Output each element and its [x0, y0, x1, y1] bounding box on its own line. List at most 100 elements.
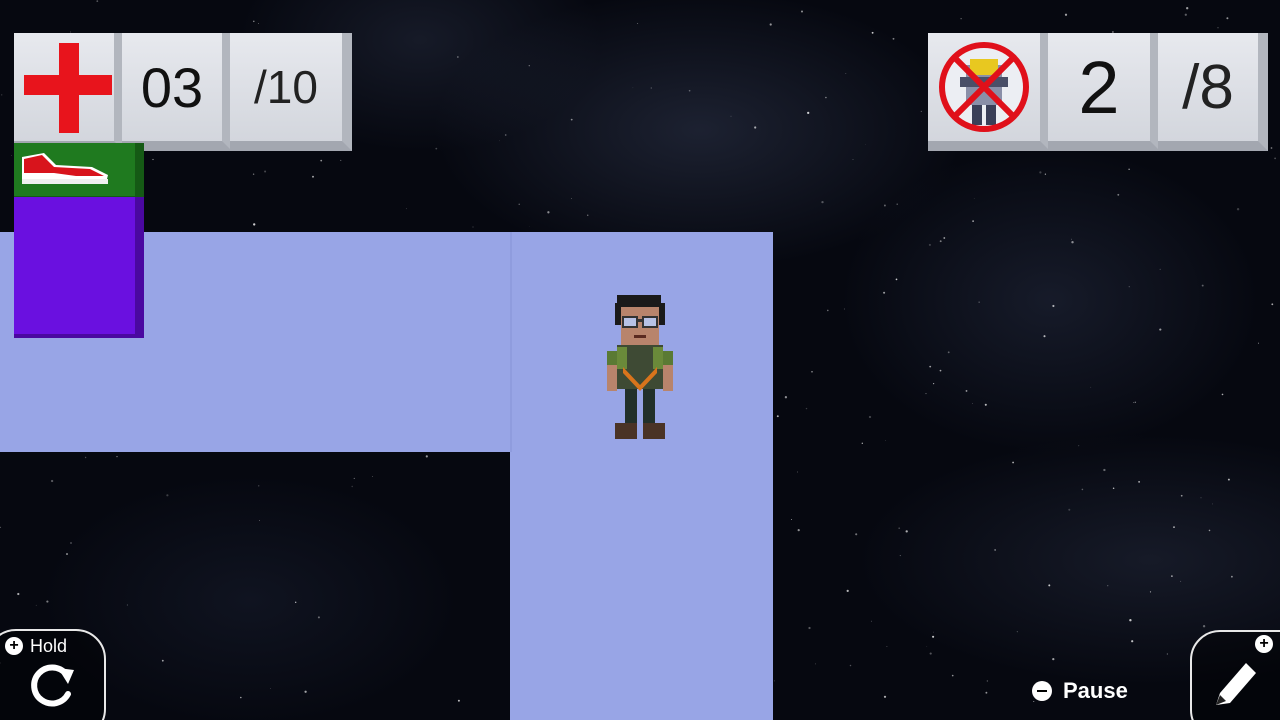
- pause-label: Pause: [1063, 678, 1128, 703]
- hold-label: Hold: [30, 636, 68, 656]
- star: [943, 237, 946, 239]
- star: [1016, 631, 1018, 633]
- health-icon-tile: [14, 33, 124, 151]
- player-character: [607, 295, 673, 439]
- star: [883, 204, 886, 207]
- rotate-icon[interactable]: [26, 664, 78, 710]
- pause-button[interactable]: Pause: [1032, 678, 1128, 704]
- health-current-value: 03: [140, 55, 204, 119]
- star: [1271, 303, 1274, 306]
- star: [1068, 508, 1071, 511]
- star: [808, 626, 811, 630]
- star: [855, 533, 858, 536]
- star: [1149, 591, 1152, 593]
- star: [929, 365, 932, 368]
- star: [1107, 585, 1109, 587]
- star: [1231, 575, 1233, 578]
- star: [1200, 497, 1202, 499]
- star: [973, 197, 975, 199]
- star: [885, 440, 886, 441]
- star: [800, 10, 804, 13]
- star: [304, 690, 307, 693]
- star: [1201, 284, 1204, 287]
- star: [972, 220, 974, 222]
- star: [947, 351, 950, 354]
- star: [11, 154, 12, 156]
- star: [776, 415, 779, 418]
- star: [868, 415, 872, 419]
- enemy-current-value: 2: [1078, 45, 1120, 129]
- star: [0, 526, 2, 529]
- star: [340, 159, 342, 161]
- star: [96, 0, 99, 2]
- star: [1064, 13, 1068, 16]
- star: [898, 527, 901, 530]
- star: [405, 208, 407, 210]
- powerup-slot-empty: [14, 197, 144, 338]
- star: [84, 456, 87, 459]
- star: [871, 31, 874, 34]
- star: [978, 301, 980, 303]
- star: [161, 659, 164, 662]
- star: [166, 494, 169, 497]
- star: [939, 240, 942, 243]
- star: [928, 243, 931, 246]
- star: [353, 477, 355, 479]
- star: [650, 87, 652, 89]
- star: [932, 635, 935, 638]
- star: [425, 455, 428, 458]
- star: [861, 442, 863, 444]
- star: [870, 620, 872, 622]
- star: [1048, 584, 1051, 587]
- star: [807, 111, 810, 115]
- plus-button-icon: +: [1255, 635, 1273, 653]
- star: [1, 94, 3, 96]
- star: [895, 278, 898, 281]
- star: [905, 530, 908, 533]
- star: [528, 65, 530, 67]
- star: [960, 18, 962, 20]
- star: [1274, 157, 1276, 160]
- star: [1186, 7, 1189, 10]
- star: [845, 73, 847, 74]
- star: [1103, 468, 1106, 472]
- enemy-max-value: /8: [1182, 52, 1234, 122]
- powerup-slot-sneaker: [14, 143, 144, 200]
- star: [926, 646, 928, 648]
- star: [1159, 268, 1161, 271]
- star: [1081, 488, 1084, 491]
- star: [1236, 208, 1240, 211]
- star: [116, 455, 118, 458]
- star: [791, 519, 792, 521]
- star: [1043, 335, 1046, 338]
- star: [570, 198, 572, 199]
- star: [1078, 445, 1080, 447]
- star: [811, 370, 813, 373]
- star: [730, 115, 732, 117]
- sneaker-icon: [22, 153, 108, 184]
- star: [46, 600, 49, 603]
- star: [1128, 168, 1130, 170]
- star: [825, 96, 827, 99]
- star: [270, 688, 271, 689]
- star: [372, 476, 373, 477]
- star: [1071, 241, 1074, 244]
- star: [264, 170, 267, 173]
- star: [1131, 640, 1134, 643]
- star: [1212, 503, 1214, 505]
- star: [883, 695, 887, 698]
- star: [920, 110, 922, 112]
- star: [295, 601, 297, 603]
- star: [587, 214, 589, 216]
- star: [70, 542, 72, 544]
- star: [1221, 393, 1224, 396]
- star: [1171, 575, 1173, 577]
- star: [796, 471, 798, 473]
- star: [933, 631, 934, 633]
- star: [258, 485, 260, 487]
- star: [886, 646, 888, 647]
- health-max-tile: /10: [230, 33, 352, 151]
- pencil-icon[interactable]: [1210, 655, 1260, 707]
- crossed-out-enemy-icon: [939, 42, 1029, 132]
- floor-seam: [510, 232, 512, 452]
